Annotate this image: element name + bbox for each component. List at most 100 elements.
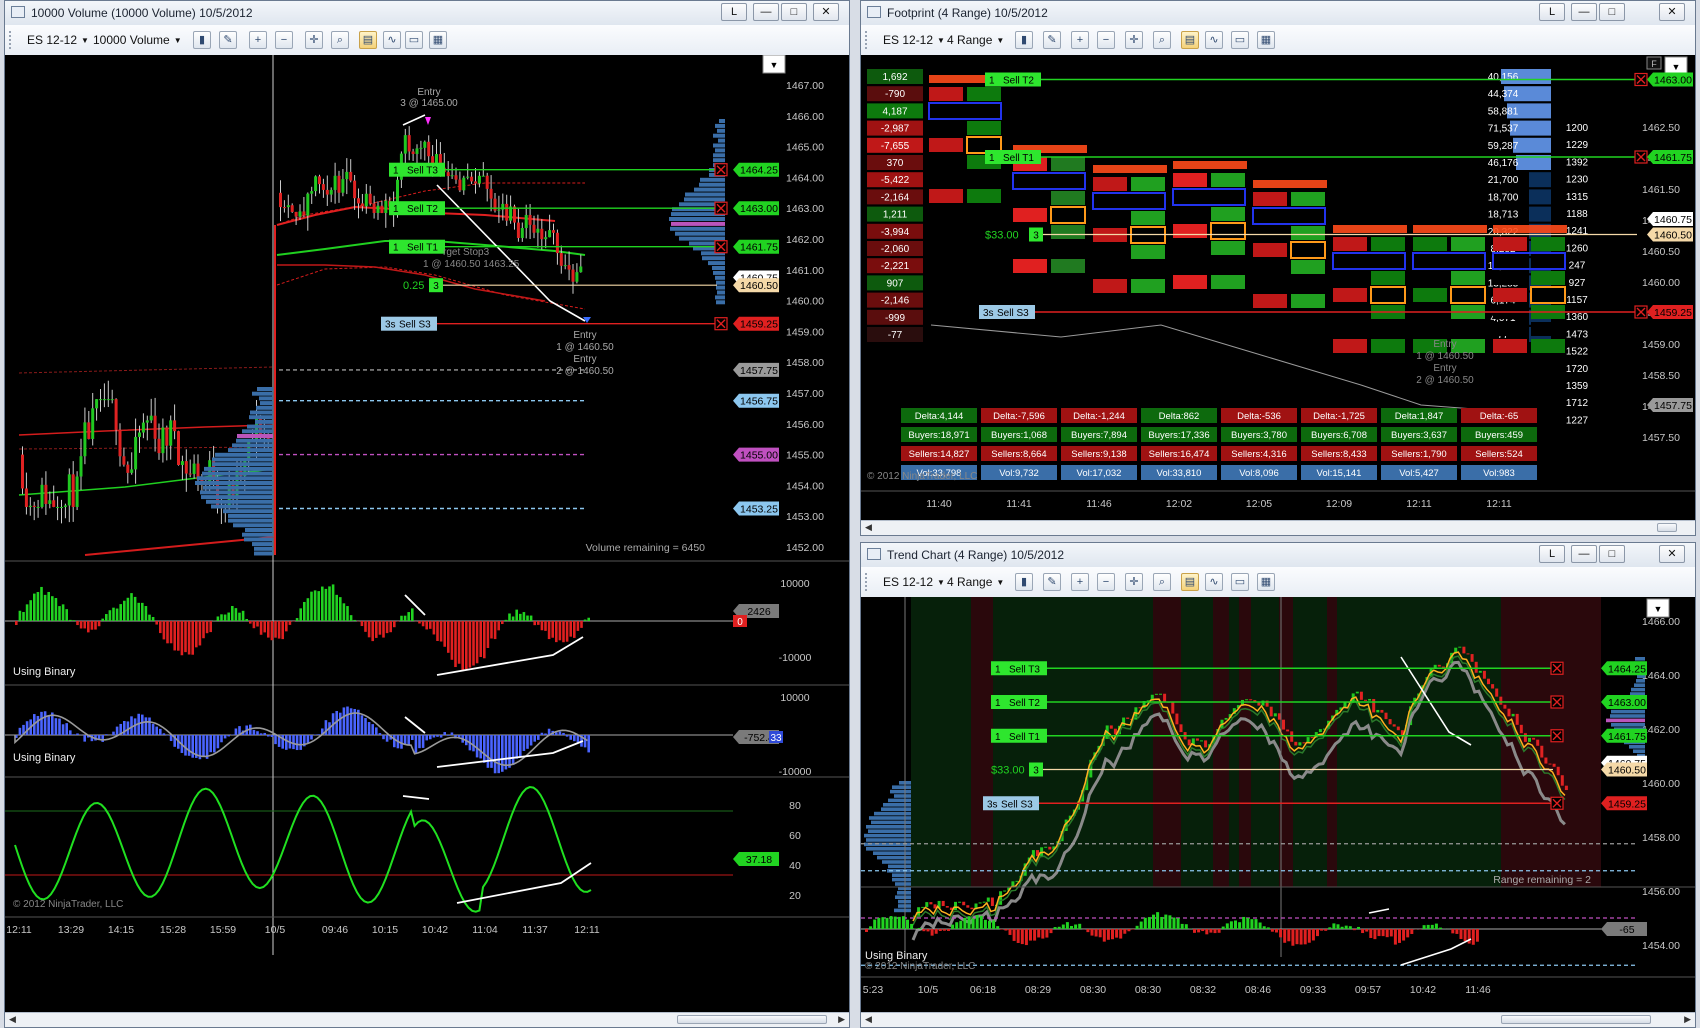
histogram-bar [198,621,202,646]
volume-value: 71,537 [1488,124,1519,135]
ask-cell [1051,242,1085,256]
zoom-out-icon[interactable]: − [275,31,293,49]
candle-body [95,399,99,409]
link-button[interactable]: L [1539,545,1565,563]
strategies-icon[interactable]: ▭ [405,31,423,49]
maximize-button[interactable]: □ [1599,545,1625,563]
volume-profile-bar [888,798,911,803]
crosshair-icon[interactable]: ✛ [1125,573,1143,591]
title-bar[interactable]: Trend Chart (4 Range) 10/5/2012 L — □ ✕ [861,543,1695,568]
summary-value: Buyers:6,708 [1311,430,1367,441]
minimize-button[interactable]: — [753,3,779,21]
bar-type-icon[interactable]: ▮ [1015,573,1033,591]
chart-trader-icon[interactable]: ▤ [1181,573,1199,591]
scroll-thumb[interactable] [1657,523,1677,532]
zoom-out-icon[interactable]: − [1097,31,1115,49]
scroll-left-arrow[interactable]: ◀ [865,1014,872,1025]
horizontal-scrollbar[interactable]: ◀ [861,520,1695,535]
trend-chart-window[interactable]: Trend Chart (4 Range) 10/5/2012 L — □ ✕ … [860,542,1696,1028]
chart-trader-icon[interactable]: ▤ [1181,31,1199,49]
candle-body [376,205,380,213]
link-button[interactable]: L [721,3,747,21]
footprint-chart-canvas[interactable]: 1462.501462.001461.501461.001460.501460.… [861,55,1696,521]
instrument-selector[interactable]: ES 12-12 ▼ [27,33,89,47]
instrument-selector[interactable]: ES 12-12 ▼ [883,33,945,47]
volume-chart-window[interactable]: 10000 Volume (10000 Volume) 10/5/2012 L … [4,0,850,1028]
histogram-bar [869,926,873,929]
footprint-chart-window[interactable]: Footprint (4 Range) 10/5/2012 L — □ ✕ ES… [860,0,1696,536]
magnifier-icon[interactable]: ⌕ [1153,573,1171,591]
histogram-bar [576,621,580,631]
zoom-in-icon[interactable]: + [1071,31,1089,49]
magnifier-icon[interactable]: ⌕ [331,31,349,49]
indicators-icon[interactable]: ∿ [1205,31,1223,49]
histogram-bar [295,618,299,621]
price-axis-label: 1457.00 [786,388,824,400]
maximize-button[interactable]: □ [1599,3,1625,21]
axis-label: 10000 [780,692,809,704]
volume-chart-canvas[interactable]: 1467.00 1466.00 1465.00 1464.00 1463.00 1462.… [5,55,850,1015]
volume-profile-bar [864,833,911,838]
horizontal-scrollbar[interactable]: ◀ ▶ [861,1012,1695,1027]
histogram-bar [1467,929,1471,944]
candle-body [149,415,153,421]
bid-cell [1013,208,1047,222]
zoom-in-icon[interactable]: + [1071,573,1089,591]
scroll-left-arrow[interactable]: ◀ [9,1014,16,1025]
scroll-right-arrow[interactable]: ▶ [1684,1014,1691,1025]
properties-icon[interactable]: ▦ [1257,573,1275,591]
crosshair-icon[interactable]: ✛ [305,31,323,49]
histogram-bar [529,735,533,746]
strategies-icon[interactable]: ▭ [1231,573,1249,591]
maximize-button[interactable]: □ [781,3,807,21]
histogram-bar [227,612,230,621]
horizontal-scrollbar[interactable]: ◀ ▶ [5,1012,849,1027]
title-bar[interactable]: 10000 Volume (10000 Volume) 10/5/2012 L … [5,1,849,26]
magnifier-icon[interactable]: ⌕ [1153,31,1171,49]
histogram-bar [313,590,317,621]
histogram-bar [209,621,212,633]
bar-type-icon[interactable]: ▮ [193,31,211,49]
price-tag-label: 1460.50 [740,280,778,292]
instrument-selector[interactable]: ES 12-12 ▼ [883,575,945,589]
scroll-left-arrow[interactable]: ◀ [865,522,872,533]
scroll-right-arrow[interactable]: ▶ [838,1014,845,1025]
bid-cell [1013,259,1047,273]
drawing-tool-icon[interactable]: ✎ [1043,31,1061,49]
title-bar[interactable]: Footprint (4 Range) 10/5/2012 L — □ ✕ [861,1,1695,26]
minimize-button[interactable]: — [1571,3,1597,21]
indicators-icon[interactable]: ∿ [383,31,401,49]
candle-body [544,237,548,240]
scroll-thumb[interactable] [677,1015,827,1024]
period-selector[interactable]: 10000 Volume ▼ [93,33,182,47]
bid-cell [1493,237,1527,251]
trend-chart-canvas[interactable]: ▼ 1466.00 1464.00 1462.00 1460.00 1458.00 1456… [861,597,1696,1015]
indicators-icon[interactable]: ∿ [1205,573,1223,591]
histogram-bar [144,606,148,621]
histogram-bar [317,734,320,735]
zoom-in-icon[interactable]: + [249,31,267,49]
period-selector[interactable]: 4 Range ▼ [947,33,1004,47]
histogram-bar [54,718,58,735]
crosshair-icon[interactable]: ✛ [1125,31,1143,49]
histogram-bar [389,621,392,633]
link-button[interactable]: L [1539,3,1565,21]
histogram-bar [1336,924,1340,929]
period-selector[interactable]: 4 Range ▼ [947,575,1004,589]
properties-icon[interactable]: ▦ [1257,31,1275,49]
close-button[interactable]: ✕ [1659,3,1685,21]
close-button[interactable]: ✕ [813,3,839,21]
bar-type-icon[interactable]: ▮ [1015,31,1033,49]
scroll-thumb[interactable] [1501,1015,1651,1024]
candle-body [489,188,493,199]
zoom-out-icon[interactable]: − [1097,573,1115,591]
properties-icon[interactable]: ▦ [429,31,447,49]
strategies-icon[interactable]: ▭ [1231,31,1249,49]
chart-trader-icon[interactable]: ▤ [359,31,377,49]
minimize-button[interactable]: — [1571,545,1597,563]
drawing-tool-icon[interactable]: ✎ [1043,573,1061,591]
histogram-bar [508,735,511,768]
close-button[interactable]: ✕ [1659,545,1685,563]
drawing-tool-icon[interactable]: ✎ [219,31,237,49]
histogram-bar [1135,925,1139,929]
